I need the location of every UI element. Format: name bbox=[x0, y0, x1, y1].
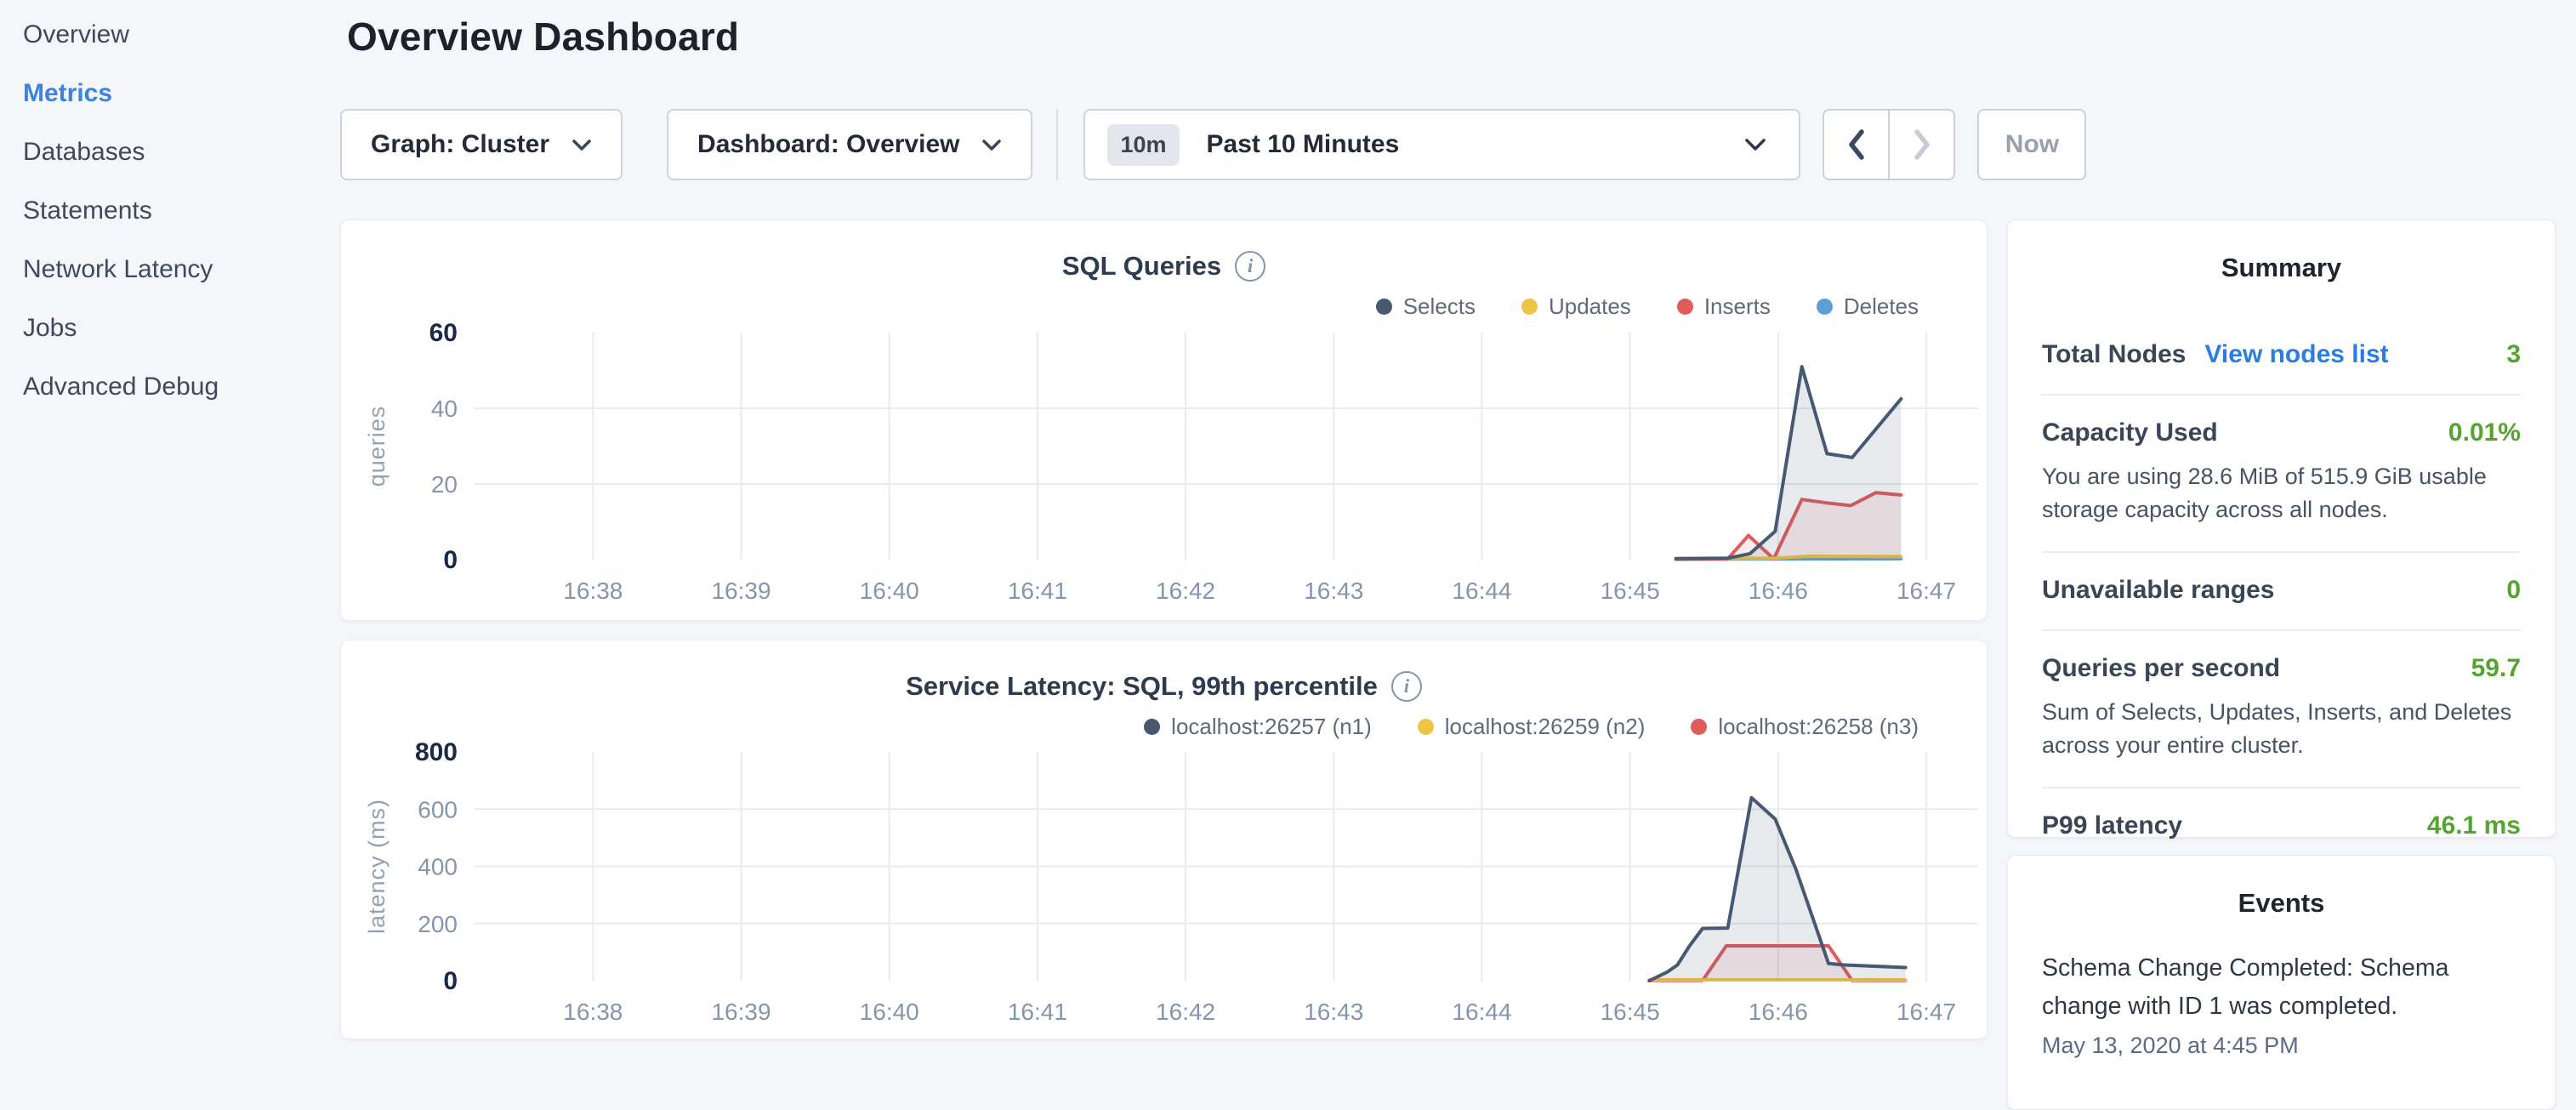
summary-row-value: 3 bbox=[2506, 340, 2521, 369]
events-panel: Events Schema Change Completed: Schema c… bbox=[2007, 855, 2556, 1110]
svg-text:16:42: 16:42 bbox=[1156, 578, 1215, 604]
svg-text:16:46: 16:46 bbox=[1749, 578, 1808, 604]
summary-row-label: P99 latency bbox=[2042, 811, 2182, 840]
svg-text:200: 200 bbox=[418, 911, 458, 937]
summary-row-note: You are using 28.6 MiB of 515.9 GiB usab… bbox=[2042, 460, 2521, 527]
toolbar: Graph: Cluster Dashboard: Overview 10m P… bbox=[340, 109, 2086, 180]
svg-text:800: 800 bbox=[415, 738, 458, 766]
svg-text:16:43: 16:43 bbox=[1304, 999, 1363, 1025]
summary-row-value: 59.7 bbox=[2471, 654, 2521, 683]
svg-text:16:47: 16:47 bbox=[1896, 999, 1956, 1025]
time-range-dropdown[interactable]: 10m Past 10 Minutes bbox=[1083, 109, 1800, 180]
svg-text:20: 20 bbox=[431, 471, 458, 498]
summary-row-label: Total Nodes bbox=[2042, 340, 2186, 369]
svg-text:40: 40 bbox=[431, 396, 458, 422]
now-button[interactable]: Now bbox=[1977, 109, 2086, 180]
svg-text:16:42: 16:42 bbox=[1156, 999, 1215, 1025]
svg-text:16:40: 16:40 bbox=[860, 578, 919, 604]
svg-text:16:44: 16:44 bbox=[1452, 578, 1511, 604]
chevron-left-icon bbox=[1845, 128, 1868, 162]
summary-panel: Summary Total Nodes View nodes list 3 Ca… bbox=[2007, 219, 2556, 838]
svg-text:latency (ms): latency (ms) bbox=[364, 799, 390, 934]
summary-row-value: 46.1 ms bbox=[2427, 811, 2521, 840]
summary-title: Summary bbox=[2008, 220, 2555, 283]
sql-queries-chart-panel: SQL Queries i Selects Updates Inserts De… bbox=[340, 219, 1987, 621]
time-pager bbox=[1823, 109, 1955, 180]
summary-row-value: 0 bbox=[2506, 576, 2521, 605]
summary-row-note: Sum of Selects, Updates, Inserts, and De… bbox=[2042, 696, 2521, 762]
svg-text:16:45: 16:45 bbox=[1601, 578, 1660, 604]
sidebar-item-jobs[interactable]: Jobs bbox=[23, 299, 340, 357]
view-nodes-list-link[interactable]: View nodes list bbox=[2204, 340, 2388, 369]
sidebar-item-statements[interactable]: Statements bbox=[23, 181, 340, 240]
svg-text:16:39: 16:39 bbox=[711, 578, 771, 604]
chevron-down-icon bbox=[571, 139, 592, 151]
sidebar-item-network-latency[interactable]: Network Latency bbox=[23, 240, 340, 299]
event-list-item[interactable]: Schema Change Completed: Schema change w… bbox=[2008, 919, 2555, 1059]
svg-text:16:43: 16:43 bbox=[1304, 578, 1363, 604]
toolbar-divider bbox=[1056, 109, 1058, 180]
svg-text:16:47: 16:47 bbox=[1896, 578, 1956, 604]
svg-text:16:40: 16:40 bbox=[860, 999, 919, 1025]
summary-row-value: 0.01% bbox=[2448, 418, 2521, 447]
svg-text:0: 0 bbox=[443, 546, 458, 574]
chevron-right-icon bbox=[1911, 128, 1933, 162]
svg-text:600: 600 bbox=[418, 796, 458, 823]
events-title: Events bbox=[2008, 856, 2555, 919]
svg-text:16:39: 16:39 bbox=[711, 999, 771, 1025]
chevron-down-icon bbox=[981, 139, 1002, 151]
svg-text:16:41: 16:41 bbox=[1008, 999, 1067, 1025]
svg-text:16:46: 16:46 bbox=[1749, 999, 1808, 1025]
service-latency-chart-panel: Service Latency: SQL, 99th percentile i … bbox=[340, 640, 1987, 1039]
time-range-value: Past 10 Minutes bbox=[1207, 130, 1400, 159]
chevron-down-icon bbox=[1744, 138, 1766, 151]
summary-row-unavailable-ranges: Unavailable ranges 0 bbox=[2042, 553, 2521, 631]
event-timestamp: May 13, 2020 at 4:45 PM bbox=[2042, 1033, 2521, 1059]
summary-row-label: Queries per second bbox=[2042, 654, 2280, 683]
sql-queries-plot: 16:38 16:39 16:40 16:41 16:42 16:43 16:44 16:45… bbox=[341, 220, 1988, 622]
summary-row-p99-latency: P99 latency 46.1 ms bbox=[2042, 788, 2521, 865]
summary-row-label: Unavailable ranges bbox=[2042, 576, 2274, 605]
dashboard-label: Dashboard: Overview bbox=[697, 130, 959, 159]
summary-row-label: Capacity Used bbox=[2042, 418, 2218, 447]
svg-text:16:41: 16:41 bbox=[1008, 578, 1067, 604]
time-forward-button[interactable] bbox=[1889, 109, 1955, 180]
summary-row-capacity-used: Capacity Used 0.01% You are using 28.6 M… bbox=[2042, 396, 2521, 553]
svg-text:400: 400 bbox=[418, 854, 458, 880]
sidebar-item-overview[interactable]: Overview bbox=[23, 5, 340, 64]
event-text: Schema Change Completed: Schema change w… bbox=[2042, 949, 2521, 1026]
page-title: Overview Dashboard bbox=[347, 14, 739, 60]
svg-text:60: 60 bbox=[429, 319, 458, 347]
summary-row-total-nodes: Total Nodes View nodes list 3 bbox=[2042, 317, 2521, 396]
svg-text:16:38: 16:38 bbox=[563, 999, 623, 1025]
sidebar: Overview Metrics Databases Statements Ne… bbox=[0, 0, 340, 1051]
graph-scope-dropdown[interactable]: Graph: Cluster bbox=[340, 109, 623, 180]
graph-scope-label: Graph: Cluster bbox=[371, 130, 549, 159]
time-range-badge: 10m bbox=[1107, 124, 1179, 166]
sidebar-item-databases[interactable]: Databases bbox=[23, 122, 340, 181]
sidebar-item-advanced-debug[interactable]: Advanced Debug bbox=[23, 357, 340, 416]
service-latency-plot: 16:38 16:39 16:40 16:41 16:42 16:43 16:44 16:45… bbox=[341, 640, 1988, 1040]
svg-text:16:44: 16:44 bbox=[1452, 999, 1511, 1025]
svg-text:16:38: 16:38 bbox=[563, 578, 623, 604]
dashboard-dropdown[interactable]: Dashboard: Overview bbox=[667, 109, 1032, 180]
time-back-button[interactable] bbox=[1823, 109, 1889, 180]
sidebar-item-metrics[interactable]: Metrics bbox=[23, 64, 340, 122]
svg-text:16:45: 16:45 bbox=[1601, 999, 1660, 1025]
svg-text:0: 0 bbox=[443, 967, 458, 995]
svg-text:queries: queries bbox=[364, 406, 390, 487]
summary-row-queries-per-second: Queries per second 59.7 Sum of Selects, … bbox=[2042, 631, 2521, 788]
